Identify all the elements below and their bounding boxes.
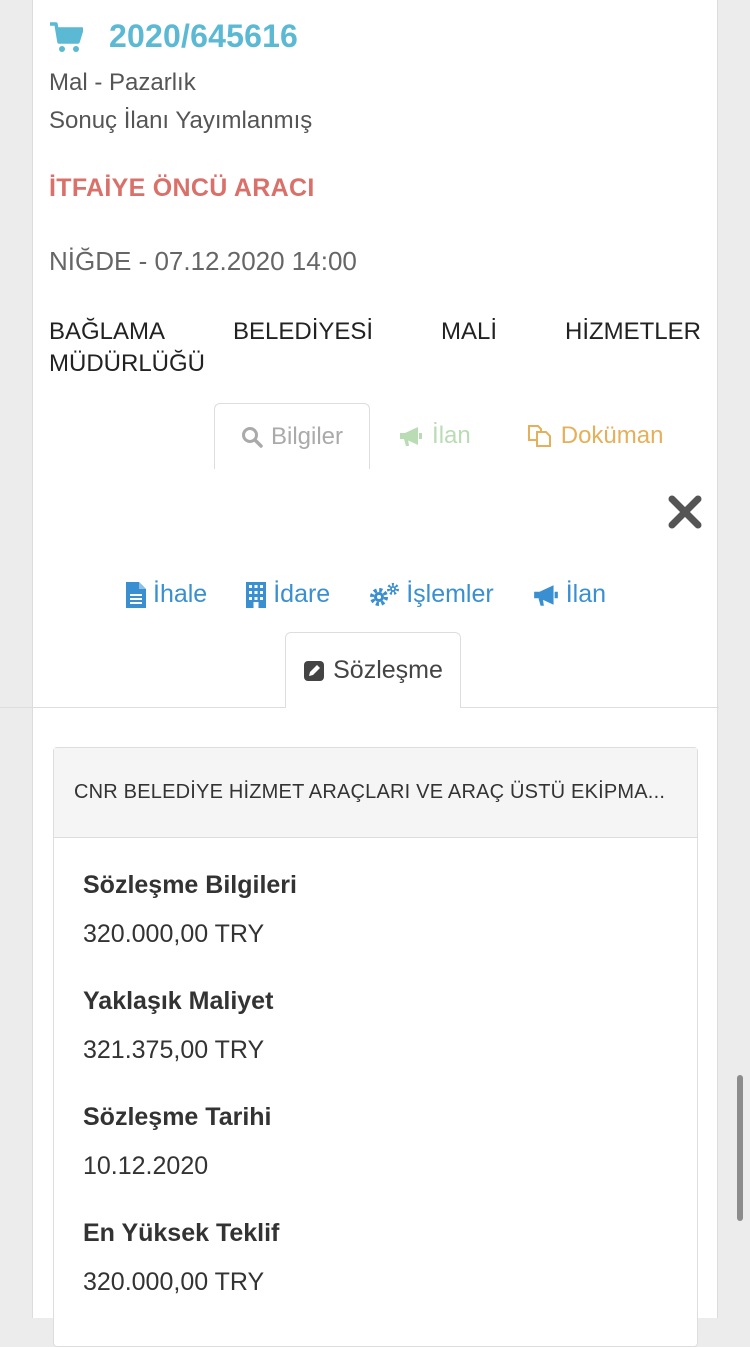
org-word: HİZMETLER	[564, 318, 701, 345]
field-value: 320.000,00 TRY	[83, 920, 265, 948]
tender-title: İTFAİYE ÖNCÜ ARACI	[49, 174, 315, 202]
close-icon[interactable]	[667, 494, 703, 530]
tab-ihale[interactable]: İhale	[125, 580, 207, 609]
location-date: NİĞDE - 07.12.2020 14:00	[49, 246, 357, 276]
tab-ihale-label: İhale	[153, 580, 208, 608]
org-word: BELEDİYESİ	[233, 318, 374, 345]
tab-ilan-detail-label: İlan	[565, 580, 607, 608]
field-label: Sözleşme Bilgileri	[83, 871, 297, 899]
tab-ilan-detail[interactable]: İlan	[532, 580, 606, 609]
field-value: 10.12.2020	[83, 1152, 209, 1180]
tab-idare[interactable]: İdare	[245, 580, 330, 609]
tab-bilgiler-label: Bilgiler	[271, 422, 344, 450]
tab-dokuman-label: Doküman	[560, 422, 664, 449]
org-word: BAĞLAMA	[49, 318, 166, 345]
field-label: Sözleşme Tarihi	[83, 1103, 272, 1131]
page-divider	[0, 707, 32, 708]
tender-type: Mal - Pazarlık	[49, 69, 196, 96]
field-value: 320.000,00 TRY	[83, 1268, 265, 1296]
org-line-2: MÜDÜRLÜĞÜ	[49, 350, 205, 377]
field-value: 321.375,00 TRY	[83, 1036, 265, 1064]
megaphone-icon	[532, 583, 560, 607]
field-en-yuksek-teklif: En Yüksek Teklif 320.000,00 TRY	[83, 1219, 279, 1297]
tab-islemler[interactable]: İşlemler	[368, 580, 494, 609]
org-word: MALİ	[441, 318, 498, 345]
tab-dokuman[interactable]: Doküman	[527, 403, 664, 469]
tender-status: Sonuç İlanı Yayımlanmış	[49, 107, 313, 134]
shopping-cart-icon	[49, 20, 84, 54]
field-sozlesme-bilgileri: Sözleşme Bilgileri 320.000,00 TRY	[83, 871, 297, 949]
gears-icon	[368, 582, 400, 608]
copy-documents-icon	[527, 424, 553, 448]
tab-islemler-label: İşlemler	[406, 580, 494, 608]
tender-number[interactable]: 2020/645616	[109, 18, 298, 55]
search-icon	[241, 426, 263, 448]
megaphone-icon	[398, 425, 424, 447]
tab-idare-label: İdare	[273, 580, 331, 608]
tender-card: 2020/645616 Mal - Pazarlık Sonuç İlanı Y…	[32, 0, 719, 1347]
tab-sozlesme[interactable]: Sözleşme	[285, 632, 461, 708]
field-label: Yaklaşık Maliyet	[83, 987, 274, 1015]
panel-heading[interactable]: CNR BELEDİYE HİZMET ARAÇLARI VE ARAÇ ÜST…	[54, 748, 697, 838]
edit-icon	[303, 660, 325, 682]
organization-name: BAĞLAMA BELEDİYESİ MALİ HİZMETLER MÜDÜRL…	[49, 316, 701, 380]
scrollbar[interactable]	[737, 1075, 743, 1221]
building-icon	[245, 581, 267, 609]
tab-bilgiler[interactable]: Bilgiler	[214, 403, 371, 469]
top-tabs: Bilgiler İlan Doküman	[214, 403, 663, 469]
field-yaklasik-maliyet: Yaklaşık Maliyet 321.375,00 TRY	[83, 987, 273, 1065]
field-label: En Yüksek Teklif	[83, 1219, 280, 1247]
file-text-icon	[125, 581, 147, 609]
tab-ilan-label: İlan	[432, 422, 471, 449]
detail-tabs: İhale İdare İşlemler İlan	[125, 580, 644, 609]
tender-header: 2020/645616	[49, 18, 298, 55]
tab-sozlesme-label: Sözleşme	[333, 656, 443, 684]
field-sozlesme-tarihi: Sözleşme Tarihi 10.12.2020	[83, 1103, 272, 1181]
tab-ilan[interactable]: İlan	[398, 403, 471, 469]
